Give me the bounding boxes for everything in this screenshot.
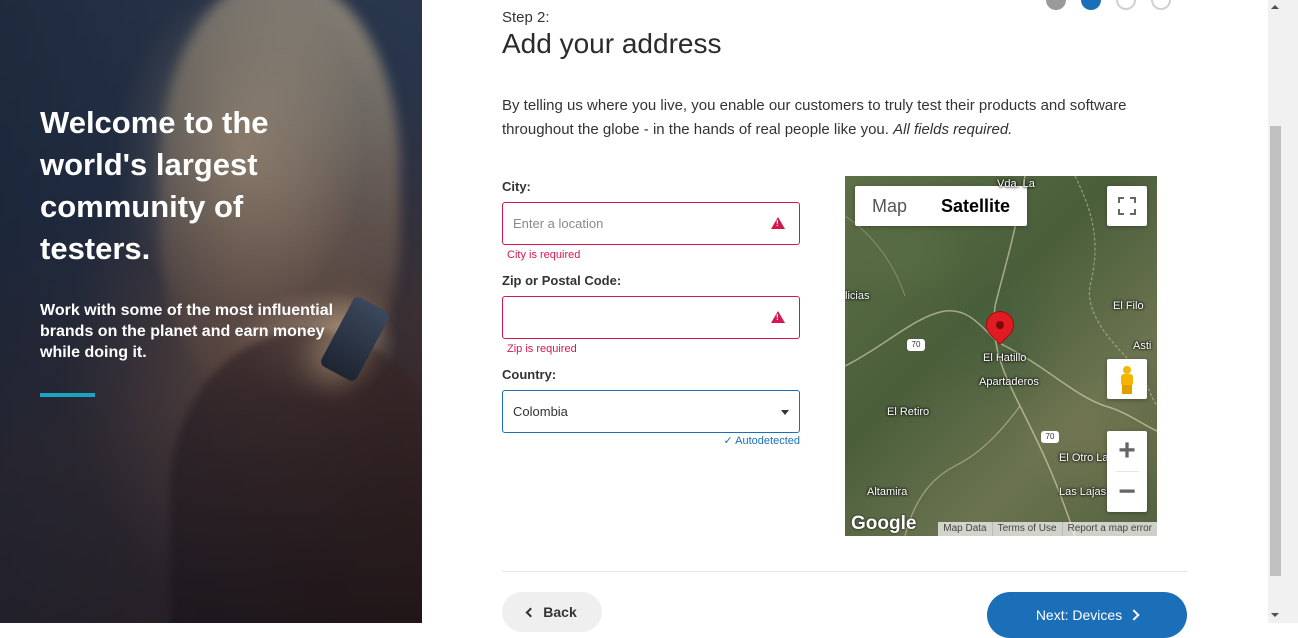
step-label: Step 2: (502, 9, 550, 26)
map-data-link[interactable]: Map Data (938, 522, 991, 536)
country-label: Country: (502, 367, 557, 382)
page-title: Add your address (502, 28, 722, 59)
street-view-button[interactable] (1107, 359, 1147, 399)
chevron-right-icon (1128, 609, 1140, 621)
map-type-satellite[interactable]: Satellite (924, 186, 1027, 226)
main-content: Step 2: Add your address By telling us w… (422, 0, 1268, 638)
zip-label: Zip or Postal Code: (502, 273, 622, 288)
map-place-label: El Hatillo (983, 352, 1027, 364)
map-type-control: Map Satellite (855, 186, 1028, 226)
map-place-label: El Otro La (1059, 452, 1109, 464)
map-place-label: Asti (1133, 340, 1152, 352)
country-autodetected-note: ✓ Autodetected (723, 435, 801, 447)
map-place-label: licias (845, 290, 870, 302)
zip-error: Zip is required (507, 343, 577, 355)
caret-down-icon (781, 410, 789, 415)
scroll-down-arrow-icon[interactable] (1271, 613, 1279, 617)
map-place-label: Vda. La (997, 178, 1035, 190)
map-place-label: Altamira (867, 486, 908, 498)
google-logo: Google (851, 513, 917, 534)
step-4-indicator (1151, 0, 1171, 10)
country-select[interactable]: Colombia (502, 390, 800, 433)
hero-panel: Welcome to the world's largest community… (0, 0, 422, 623)
hero-accent-line (40, 393, 95, 397)
hero-subtitle: Work with some of the most influential b… (40, 302, 334, 361)
intro-body: By telling us where you live, you enable… (502, 97, 1127, 138)
step-1-indicator (1046, 0, 1066, 10)
hero-title: Welcome to the world's largest community… (40, 105, 269, 266)
chevron-left-icon (525, 607, 536, 618)
map-place-label: El Retiro (887, 406, 930, 418)
next-button-label: Next: Devices (1035, 607, 1123, 623)
city-field[interactable] (502, 202, 800, 245)
intro-text: By telling us where you live, you enable… (502, 94, 1182, 142)
report-map-error-link[interactable]: Report a map error (1061, 522, 1157, 536)
step-3-indicator (1116, 0, 1136, 10)
city-input[interactable] (513, 203, 758, 244)
warning-icon (771, 217, 785, 229)
footer-divider (502, 571, 1187, 572)
zoom-out-button[interactable]: − (1107, 472, 1147, 512)
zip-input[interactable] (513, 297, 758, 338)
country-selected-value: Colombia (513, 404, 568, 419)
zoom-control: + − (1107, 431, 1147, 512)
map-place-label: El Filo (1113, 300, 1144, 312)
map-footer: Map Data Terms of Use Report a map error (938, 522, 1157, 536)
back-button[interactable]: Back (502, 592, 602, 632)
terms-of-use-link[interactable]: Terms of Use (991, 522, 1062, 536)
road-shield: 70 (907, 339, 925, 351)
fullscreen-button[interactable] (1107, 186, 1147, 226)
intro-required-note: All fields required. (893, 121, 1013, 138)
page-scrollbar[interactable] (1268, 0, 1298, 623)
zoom-in-button[interactable]: + (1107, 431, 1147, 471)
warning-icon (771, 311, 785, 323)
scrollbar-thumb[interactable] (1270, 126, 1281, 576)
step-2-indicator (1081, 0, 1101, 10)
zip-field[interactable] (502, 296, 800, 339)
location-map[interactable]: Map Satellite Vda. La licias El Filo Ast… (845, 176, 1157, 536)
city-error: City is required (507, 249, 581, 261)
step-progress (1046, 0, 1171, 10)
next-devices-button[interactable]: Next: Devices (987, 592, 1187, 638)
scroll-up-arrow-icon[interactable] (1271, 5, 1279, 9)
map-place-label: Las Lajas (1059, 486, 1107, 498)
map-type-map[interactable]: Map (855, 186, 924, 226)
road-shield: 70 (1041, 431, 1059, 443)
back-button-label: Back (543, 604, 577, 620)
map-place-label: Apartaderos (979, 376, 1039, 388)
city-label: City: (502, 179, 531, 194)
